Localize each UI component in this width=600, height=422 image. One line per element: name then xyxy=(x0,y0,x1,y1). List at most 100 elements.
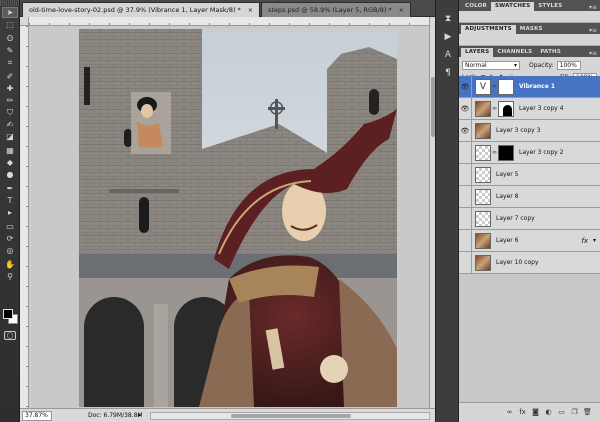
vertical-ruler[interactable] xyxy=(20,26,29,408)
zoom-tool-icon[interactable]: ⚲ xyxy=(2,271,18,282)
layer-row[interactable]: 👁 Layer 3 copy 3 xyxy=(459,120,600,142)
horizontal-scrollbar[interactable] xyxy=(150,412,430,420)
layer-name[interactable]: Vibrance 1 xyxy=(519,83,555,90)
layer-mask-thumbnail[interactable] xyxy=(498,100,514,117)
dodge-tool-icon[interactable]: ● xyxy=(2,169,18,180)
visibility-eye-icon[interactable]: 👁 xyxy=(459,142,472,163)
ruler-origin[interactable] xyxy=(20,17,29,26)
visibility-eye-icon[interactable]: 👁 xyxy=(459,208,472,229)
mask-link-icon[interactable]: ∞ xyxy=(492,105,497,112)
layer-thumbnail[interactable] xyxy=(475,122,491,139)
effects-toggle-icon[interactable]: ▾ xyxy=(593,237,596,244)
lasso-tool-icon[interactable]: ʘ xyxy=(2,33,18,44)
vibrance-adjustment-icon[interactable]: V xyxy=(475,78,491,95)
tab-styles[interactable]: STYLES xyxy=(534,2,566,11)
quick-select-tool-icon[interactable]: ✎ xyxy=(2,45,18,56)
hand-tool-icon[interactable]: ✋ xyxy=(2,259,18,270)
gradient-tool-icon[interactable]: ▦ xyxy=(2,145,18,156)
marquee-tool-icon[interactable]: ⬚ xyxy=(2,19,18,30)
blend-mode-select[interactable]: Normal ▾ xyxy=(462,60,520,70)
add-mask-icon[interactable]: ◙ xyxy=(531,408,540,417)
character-panel-icon[interactable]: A xyxy=(439,48,457,62)
document-tab-active[interactable]: old-time-love-story-02.psd @ 37.9% (Vibr… xyxy=(22,2,260,17)
layer-row[interactable]: 👁 Layer 10 copy xyxy=(459,252,600,274)
adjustment-layer-icon[interactable]: ◐ xyxy=(544,408,553,417)
zoom-level-field[interactable]: 37.87% xyxy=(22,411,52,421)
scroll-thumb[interactable] xyxy=(231,414,351,418)
delete-layer-icon[interactable]: 🗑 xyxy=(583,408,592,417)
type-tool-icon[interactable]: T xyxy=(2,195,18,206)
shape-tool-icon[interactable]: ▭ xyxy=(2,221,18,232)
visibility-eye-icon[interactable]: 👁 xyxy=(459,164,472,185)
tab-channels[interactable]: CHANNELS xyxy=(493,48,536,57)
layer-row[interactable]: 👁 Layer 5 xyxy=(459,164,600,186)
layer-mask-thumbnail[interactable] xyxy=(498,144,514,161)
tab-close-icon[interactable]: × xyxy=(399,7,404,14)
layer-name[interactable]: Layer 5 xyxy=(496,171,518,178)
tab-paths[interactable]: PATHS xyxy=(536,48,565,57)
layer-name[interactable]: Layer 3 copy 2 xyxy=(519,149,563,156)
history-panel-icon[interactable]: ⧗ xyxy=(439,12,457,26)
tab-color[interactable]: COLOR xyxy=(461,2,491,11)
layer-thumbnail[interactable] xyxy=(475,100,491,117)
foreground-color-swatch[interactable] xyxy=(3,309,13,319)
link-layers-icon[interactable]: ∞ xyxy=(505,408,514,417)
visibility-eye-icon[interactable]: 👁 xyxy=(459,98,472,119)
layer-thumbnail[interactable] xyxy=(475,210,491,227)
visibility-eye-icon[interactable]: 👁 xyxy=(459,120,472,141)
layer-name[interactable]: Layer 8 xyxy=(496,193,518,200)
panel-menu-icon[interactable]: ▾≡ xyxy=(589,27,600,34)
clone-stamp-tool-icon[interactable]: ⛉ xyxy=(2,107,18,118)
layer-thumbnail[interactable] xyxy=(475,188,491,205)
path-select-tool-icon[interactable]: ▸ xyxy=(2,207,18,218)
layer-name[interactable]: Layer 7 copy xyxy=(496,215,535,222)
history-brush-tool-icon[interactable]: ✍ xyxy=(2,119,18,130)
eraser-tool-icon[interactable]: ◪ xyxy=(2,131,18,142)
new-layer-icon[interactable]: ❐ xyxy=(570,408,579,417)
layer-name[interactable]: Layer 10 copy xyxy=(496,259,539,266)
blur-tool-icon[interactable]: ◆ xyxy=(2,157,18,168)
layer-row[interactable]: 👁 V ∞ Vibrance 1 xyxy=(459,76,600,98)
visibility-eye-icon[interactable]: 👁 xyxy=(459,230,472,251)
healing-brush-tool-icon[interactable]: ✚ xyxy=(2,83,18,94)
document-tab-inactive[interactable]: steps.psd @ 58.9% (Layer 5, RGB/8) * × xyxy=(261,2,411,17)
mask-link-icon[interactable]: ∞ xyxy=(492,83,497,90)
status-menu-arrow-icon[interactable]: ▸ xyxy=(138,411,142,419)
layer-thumbnail[interactable] xyxy=(475,254,491,271)
document-canvas[interactable] xyxy=(79,29,397,407)
layer-name[interactable]: Layer 6 xyxy=(496,237,518,244)
quick-mask-icon[interactable]: ◯ xyxy=(4,331,16,340)
brush-tool-icon[interactable]: ✏ xyxy=(2,95,18,106)
mask-link-icon[interactable]: ∞ xyxy=(492,149,497,156)
layer-name[interactable]: Layer 3 copy 4 xyxy=(519,105,563,112)
layer-thumbnail[interactable] xyxy=(475,144,491,161)
visibility-eye-icon[interactable]: 👁 xyxy=(459,186,472,207)
horizontal-ruler[interactable] xyxy=(29,17,435,26)
panel-menu-icon[interactable]: ▾≡ xyxy=(589,50,600,57)
layer-row[interactable]: 👁 Layer 6 fx ▾ xyxy=(459,230,600,252)
layer-row[interactable]: 👁 ∞ Layer 3 copy 4 xyxy=(459,98,600,120)
crop-tool-icon[interactable]: ⌗ xyxy=(2,57,18,68)
3d-orbit-tool-icon[interactable]: ◎ xyxy=(2,245,18,256)
tab-swatches[interactable]: SWATCHES xyxy=(490,2,535,11)
tab-adjustments[interactable]: ADJUSTMENTS xyxy=(461,25,516,34)
layer-row[interactable]: 👁 Layer 7 copy xyxy=(459,208,600,230)
layer-row[interactable]: 👁 ∞ Layer 3 copy 2 xyxy=(459,142,600,164)
eyedropper-tool-icon[interactable]: ✐ xyxy=(2,71,18,82)
tab-close-icon[interactable]: × xyxy=(248,7,253,14)
layer-style-icon[interactable]: fx xyxy=(518,408,527,417)
layer-name[interactable]: Layer 3 copy 3 xyxy=(496,127,540,134)
layer-mask-thumbnail[interactable] xyxy=(498,78,514,95)
pen-tool-icon[interactable]: ✒ xyxy=(2,183,18,194)
layer-row[interactable]: 👁 Layer 8 xyxy=(459,186,600,208)
3d-rotate-tool-icon[interactable]: ⟳ xyxy=(2,233,18,244)
tools-panel-grip[interactable] xyxy=(0,0,19,6)
move-tool-icon[interactable]: ➤ xyxy=(2,7,18,18)
tab-masks[interactable]: MASKS xyxy=(516,25,547,34)
layer-effects-icon[interactable]: fx xyxy=(581,237,588,245)
layer-thumbnail[interactable] xyxy=(475,232,491,249)
visibility-eye-icon[interactable]: 👁 xyxy=(459,252,472,273)
layer-thumbnail[interactable] xyxy=(475,166,491,183)
new-group-icon[interactable]: ▭ xyxy=(557,408,566,417)
paragraph-panel-icon[interactable]: ¶ xyxy=(439,66,457,80)
